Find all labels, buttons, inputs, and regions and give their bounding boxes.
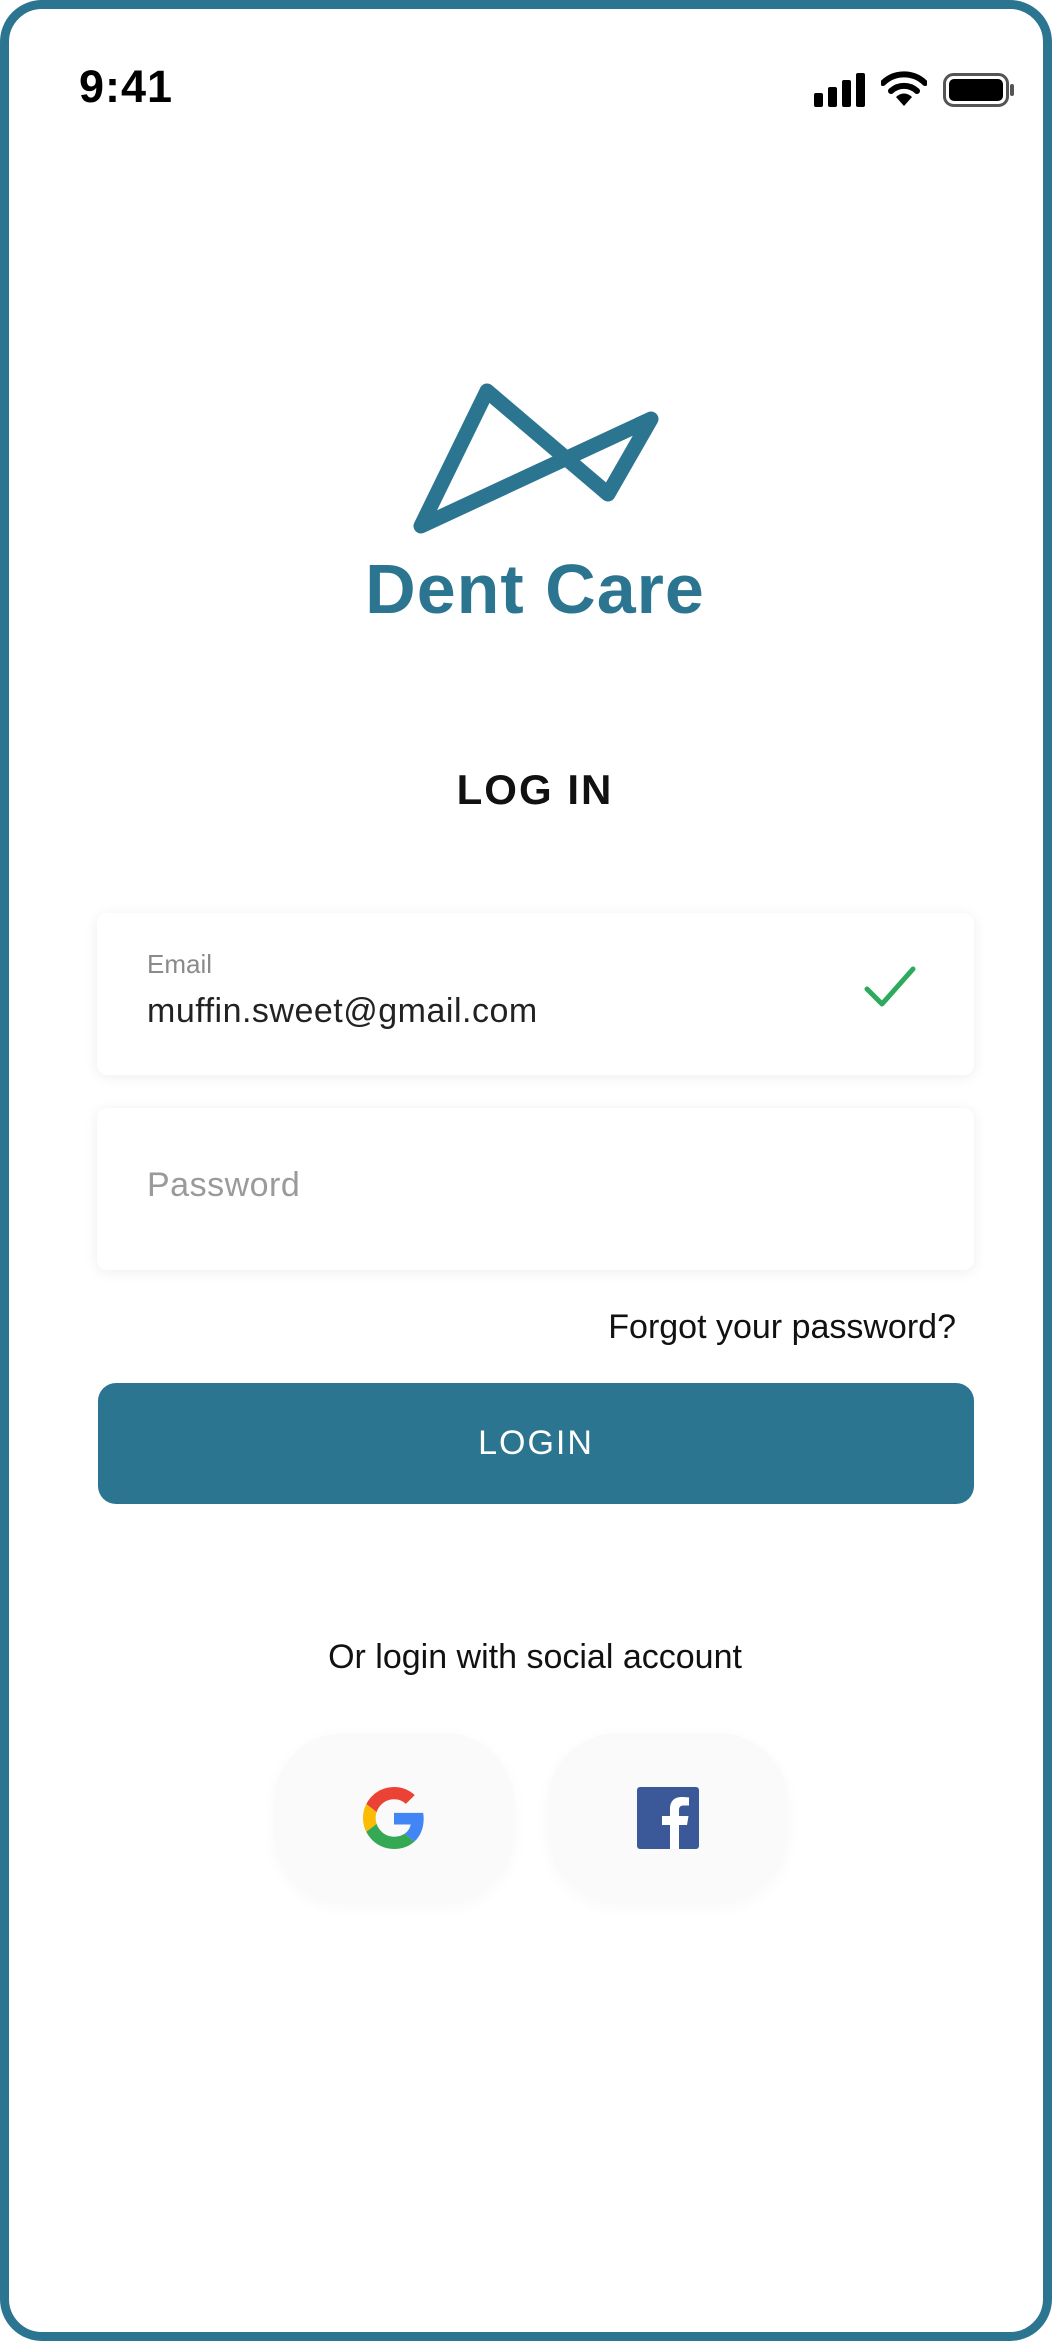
wifi-icon — [881, 71, 927, 106]
battery-icon — [943, 73, 1014, 107]
email-field-label: Email — [147, 949, 213, 979]
password-field-placeholder[interactable]: Password — [147, 1166, 300, 1205]
social-login-caption: Or login with social account — [328, 1638, 742, 1676]
google-icon — [363, 1787, 424, 1849]
email-field-value[interactable]: muffin.sweet@gmail.com — [147, 992, 538, 1031]
brand-name: Dent Care — [365, 550, 705, 628]
login-button[interactable]: LOGIN — [98, 1383, 974, 1504]
page-title: LOG IN — [456, 766, 614, 813]
login-button-label: LOGIN — [478, 1424, 594, 1462]
email-field[interactable]: Email muffin.sweet@gmail.com — [97, 913, 974, 1075]
google-login-button[interactable] — [274, 1733, 514, 1903]
password-field[interactable]: Password — [97, 1108, 974, 1270]
facebook-login-button[interactable] — [548, 1733, 788, 1903]
dent-care-logo-icon — [413, 383, 659, 534]
check-icon — [864, 966, 916, 1007]
facebook-icon — [637, 1787, 699, 1849]
phone-frame: 9:41 Dent Care LOG IN Email muffin.sweet… — [0, 0, 1052, 2341]
status-time: 9:41 — [79, 61, 174, 112]
forgot-password-link[interactable]: Forgot your password? — [608, 1308, 956, 1347]
signal-icon — [814, 73, 865, 107]
